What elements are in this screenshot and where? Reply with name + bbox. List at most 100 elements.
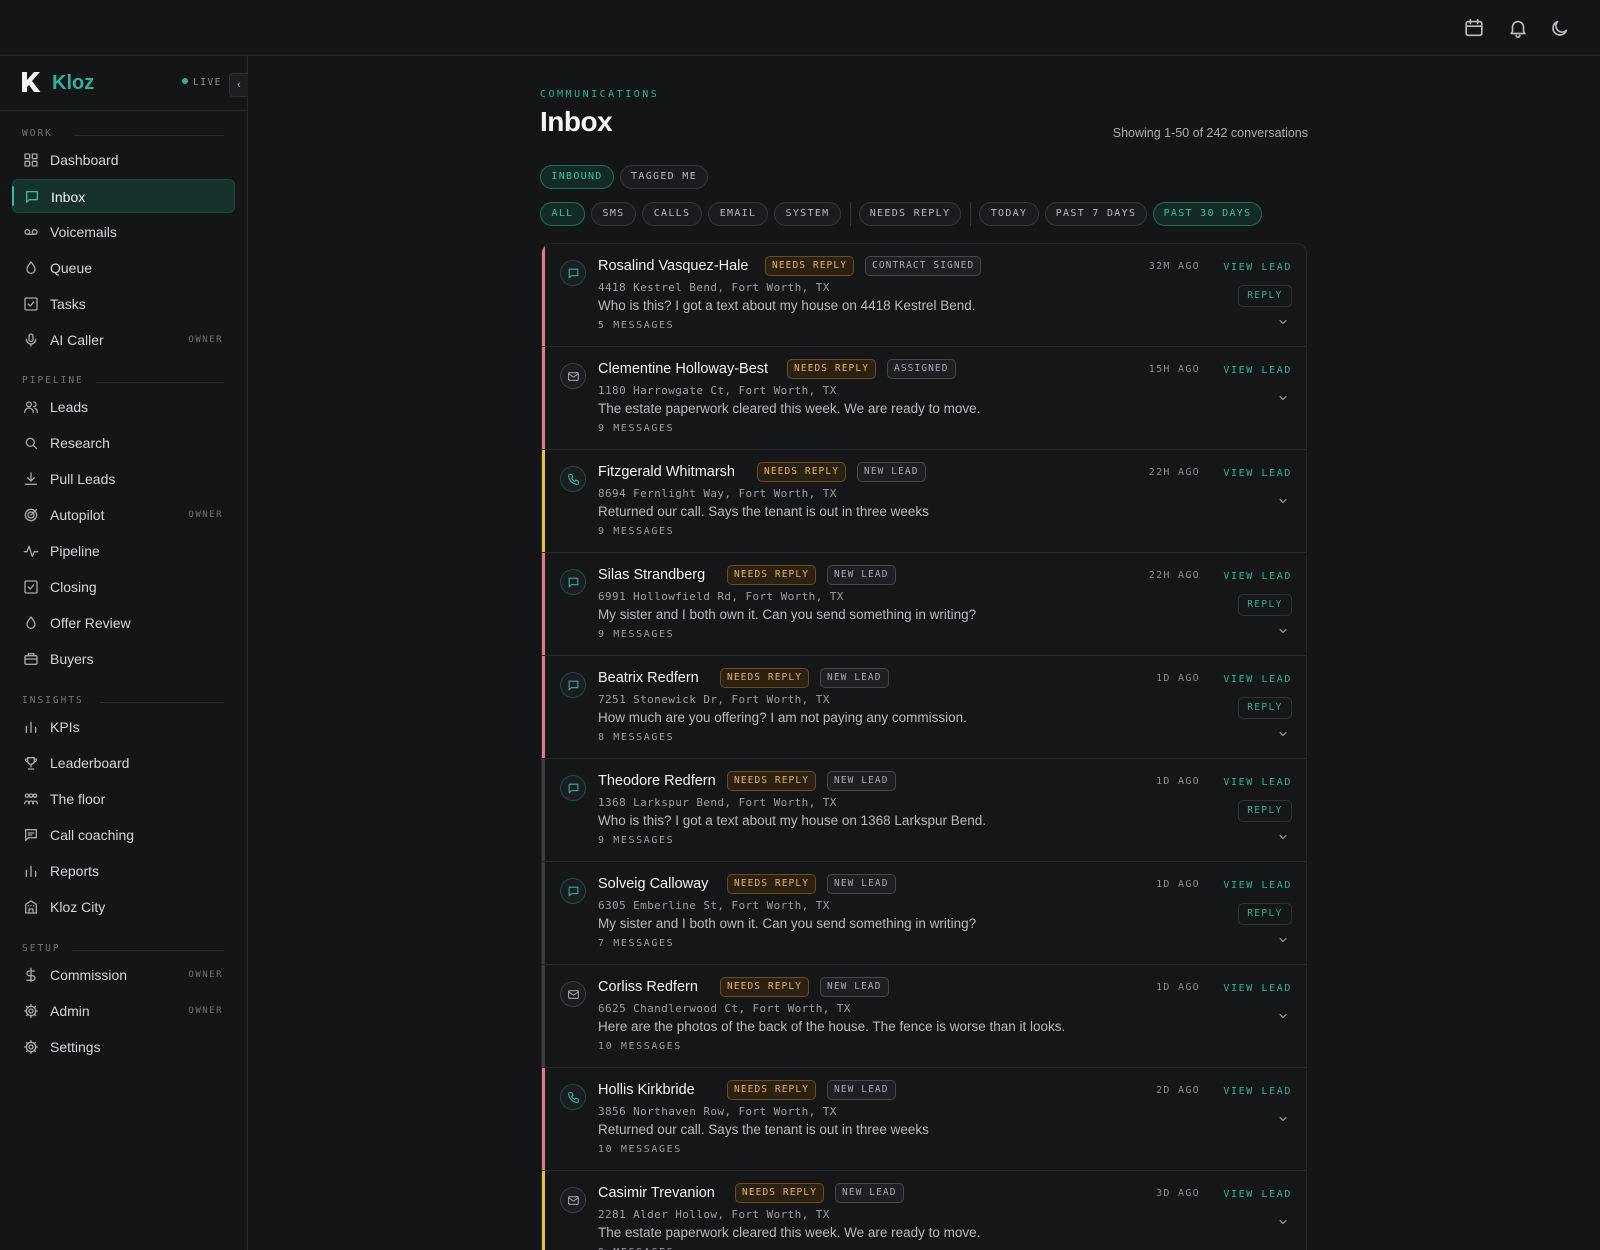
view-lead-link[interactable]: VIEW LEAD: [1223, 880, 1292, 891]
filter-chip-sms[interactable]: SMS: [591, 202, 636, 226]
reply-button[interactable]: REPLY: [1238, 285, 1292, 307]
filter-chip-email[interactable]: EMAIL: [708, 202, 768, 226]
view-lead-link[interactable]: VIEW LEAD: [1223, 674, 1292, 685]
contact-name[interactable]: Theodore Redfern: [598, 773, 716, 789]
nav-section-label: WORK: [22, 128, 224, 139]
conversation-row[interactable]: Hollis Kirkbride NEEDS REPLY NEW LEAD 3856 …: [542, 1068, 1306, 1171]
view-lead-link[interactable]: VIEW LEAD: [1223, 1189, 1292, 1200]
sidebar-item-research[interactable]: Research: [12, 426, 235, 460]
filter-chip-tagged-me[interactable]: TAGGED ME: [620, 165, 708, 189]
sidebar-item-queue[interactable]: Queue: [12, 251, 235, 285]
view-lead-link[interactable]: VIEW LEAD: [1223, 983, 1292, 994]
chevron-down-icon[interactable]: [1277, 1009, 1289, 1021]
sidebar-item-settings[interactable]: Settings: [12, 1030, 235, 1064]
conversation-row[interactable]: Beatrix Redfern NEEDS REPLY NEW LEAD 7251 S…: [542, 656, 1306, 759]
conversation-row[interactable]: Clementine Holloway-Best NEEDS REPLY ASSIG…: [542, 347, 1306, 450]
sidebar-item-kpis[interactable]: KPIs: [12, 710, 235, 744]
view-lead-link[interactable]: VIEW LEAD: [1223, 1086, 1292, 1097]
conversation-row[interactable]: Theodore Redfern NEEDS REPLY NEW LEAD 1368 …: [542, 759, 1306, 862]
contact-name[interactable]: Fitzgerald Whitmarsh: [598, 464, 735, 480]
conversation-row[interactable]: Casimir Trevanion NEEDS REPLY NEW LEAD 2281…: [542, 1171, 1306, 1250]
sidebar-item-pull-leads[interactable]: Pull Leads: [12, 462, 235, 496]
view-lead-link[interactable]: VIEW LEAD: [1223, 365, 1292, 376]
sidebar-item-commission[interactable]: Commission OWNER: [12, 958, 235, 992]
reply-button[interactable]: REPLY: [1238, 800, 1292, 822]
chevron-down-icon[interactable]: [1277, 391, 1289, 403]
sidebar-item-the-floor[interactable]: The floor: [12, 782, 235, 816]
filter-chip-needs-reply[interactable]: NEEDS REPLY: [859, 202, 961, 226]
filter-chip-system[interactable]: SYSTEM: [774, 202, 841, 226]
contact-name[interactable]: Beatrix Redfern: [598, 670, 699, 686]
sidebar-item-autopilot[interactable]: Autopilot OWNER: [12, 498, 235, 532]
chevron-down-icon[interactable]: [1277, 830, 1289, 842]
contact-name[interactable]: Corliss Redfern: [598, 979, 698, 995]
sidebar-item-inbox[interactable]: Inbox: [12, 179, 235, 213]
view-lead-link[interactable]: VIEW LEAD: [1223, 468, 1292, 479]
sidebar-item-label: Closing: [50, 579, 97, 595]
message-preview: How much are you offering? I am not payi…: [598, 710, 967, 725]
sidebar-item-tasks[interactable]: Tasks: [12, 287, 235, 321]
filter-chip-past-7-days[interactable]: PAST 7 DAYS: [1045, 202, 1147, 226]
sidebar-item-dashboard[interactable]: Dashboard: [12, 143, 235, 177]
contact-name[interactable]: Rosalind Vasquez-Hale: [598, 258, 748, 274]
chevron-down-icon[interactable]: [1277, 933, 1289, 945]
page-eyebrow: COMMUNICATIONS: [540, 89, 660, 100]
chevron-down-icon[interactable]: [1277, 624, 1289, 636]
status-indicator-bar: [542, 1068, 545, 1170]
bell-icon[interactable]: [1507, 17, 1529, 39]
sidebar-item-leads[interactable]: Leads: [12, 390, 235, 424]
chevron-down-icon[interactable]: [1277, 1112, 1289, 1124]
sidebar-item-closing[interactable]: Closing: [12, 570, 235, 604]
chevron-down-icon[interactable]: [1277, 315, 1289, 327]
needs-reply-badge: NEEDS REPLY: [720, 977, 810, 997]
timestamp: 2D AGO: [1156, 1085, 1200, 1096]
filter-chip-past-30-days[interactable]: PAST 30 DAYS: [1153, 202, 1262, 226]
filter-chip-calls[interactable]: CALLS: [642, 202, 702, 226]
owner-badge: OWNER: [188, 1006, 223, 1016]
conversation-row[interactable]: Solveig Calloway NEEDS REPLY NEW LEAD 6305 …: [542, 862, 1306, 965]
sidebar-item-label: Research: [50, 435, 110, 451]
contact-name[interactable]: Clementine Holloway-Best: [598, 361, 768, 377]
sidebar-item-buyers[interactable]: Buyers: [12, 642, 235, 676]
calendar-icon[interactable]: [1463, 17, 1485, 39]
conversation-row[interactable]: Corliss Redfern NEEDS REPLY NEW LEAD 6625 C…: [542, 965, 1306, 1068]
filter-chip-today[interactable]: TODAY: [979, 202, 1039, 226]
sidebar-item-voicemails[interactable]: Voicemails: [12, 215, 235, 249]
chevron-down-icon[interactable]: [1277, 1215, 1289, 1227]
sidebar-item-reports[interactable]: Reports: [12, 854, 235, 888]
conversation-row[interactable]: Silas Strandberg NEEDS REPLY NEW LEAD 6991 …: [542, 553, 1306, 656]
contact-name[interactable]: Casimir Trevanion: [598, 1185, 715, 1201]
sidebar-item-leaderboard[interactable]: Leaderboard: [12, 746, 235, 780]
filter-chip-inbound[interactable]: INBOUND: [540, 165, 614, 189]
reply-button[interactable]: REPLY: [1238, 697, 1292, 719]
moon-icon[interactable]: [1549, 17, 1571, 39]
filter-chip-all[interactable]: ALL: [540, 202, 585, 226]
reply-button[interactable]: REPLY: [1238, 594, 1292, 616]
kloz-logo-icon: [20, 71, 42, 93]
status-badge: NEW LEAD: [827, 565, 896, 585]
contact-name[interactable]: Solveig Calloway: [598, 876, 708, 892]
sidebar-item-admin[interactable]: Admin OWNER: [12, 994, 235, 1028]
phone-icon: [560, 466, 586, 492]
message-preview: My sister and I both own it. Can you sen…: [598, 916, 977, 931]
sidebar-item-kloz-city[interactable]: Kloz City: [12, 890, 235, 924]
reply-button[interactable]: REPLY: [1238, 903, 1292, 925]
chevron-down-icon[interactable]: [1277, 727, 1289, 739]
contact-name[interactable]: Silas Strandberg: [598, 567, 705, 583]
conversation-row[interactable]: Rosalind Vasquez-Hale NEEDS REPLY CONTRACT…: [542, 244, 1306, 347]
sidebar-item-offer-review[interactable]: Offer Review: [12, 606, 235, 640]
conversation-row[interactable]: Fitzgerald Whitmarsh NEEDS REPLY NEW LEAD 8…: [542, 450, 1306, 553]
sidebar-item-ai-caller[interactable]: AI Caller OWNER: [12, 323, 235, 357]
sidebar-item-label: Offer Review: [50, 615, 131, 631]
gear-icon: [23, 1003, 39, 1019]
collapse-sidebar-button[interactable]: ‹: [229, 73, 248, 97]
sidebar-item-pipeline[interactable]: Pipeline: [12, 534, 235, 568]
view-lead-link[interactable]: VIEW LEAD: [1223, 777, 1292, 788]
contact-name[interactable]: Hollis Kirkbride: [598, 1082, 695, 1098]
sidebar-item-call-coaching[interactable]: Call coaching: [12, 818, 235, 852]
view-lead-link[interactable]: VIEW LEAD: [1223, 262, 1292, 273]
timestamp: 22H AGO: [1148, 570, 1200, 581]
view-lead-link[interactable]: VIEW LEAD: [1223, 571, 1292, 582]
chevron-down-icon[interactable]: [1277, 494, 1289, 506]
sms-icon: [560, 672, 586, 698]
